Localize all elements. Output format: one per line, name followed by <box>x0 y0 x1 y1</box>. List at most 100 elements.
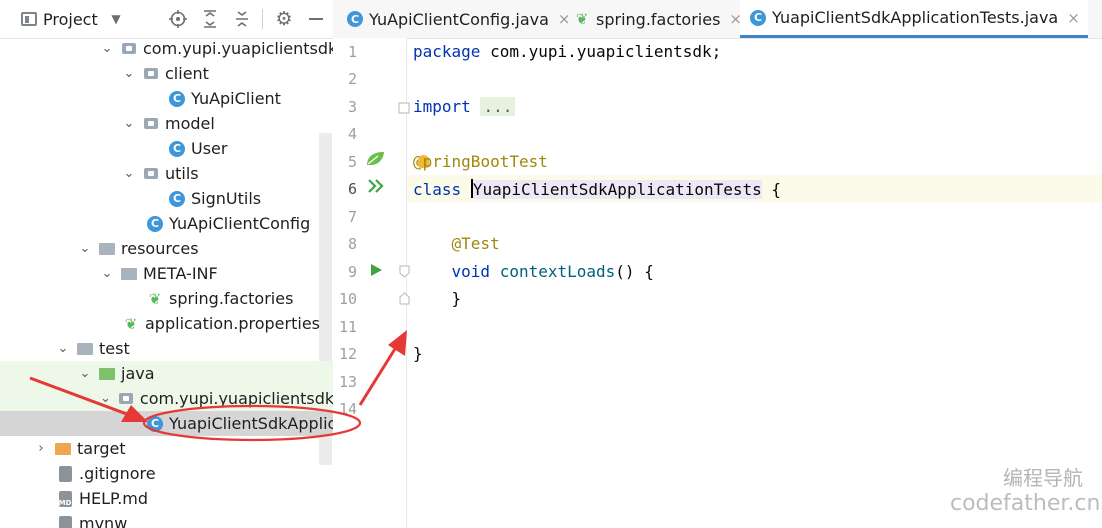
chevron-right-icon[interactable]: › <box>34 441 48 456</box>
tree-item-label: User <box>191 139 228 158</box>
tree-item-label: YuApiClientConfig <box>169 214 311 233</box>
class-icon: C <box>146 215 164 233</box>
code-line-6: @pringBootTest <box>413 152 548 171</box>
line-number: 8 <box>347 235 357 253</box>
markdown-icon: MD <box>56 490 74 508</box>
chevron-down-icon[interactable]: ⌄ <box>78 241 92 256</box>
project-view-icon[interactable] <box>18 7 40 31</box>
code-line-1: package com.yupi.yuapiclientsdk; <box>413 42 722 61</box>
target-folder-icon <box>54 440 72 458</box>
run-all-tests-icon[interactable] <box>368 179 384 197</box>
close-icon[interactable]: × <box>1067 9 1080 27</box>
code-line-10: void contextLoads() { <box>451 262 654 281</box>
chevron-down-icon[interactable]: ⌄ <box>122 66 136 81</box>
line-number: 6 <box>347 180 357 198</box>
tree-item-help-md[interactable]: MD HELP.md <box>0 486 333 511</box>
tree-item-label: HELP.md <box>79 489 149 508</box>
tree-item-label: test <box>99 339 130 358</box>
folded-imports[interactable]: ... <box>480 97 516 116</box>
tree-item-model[interactable]: ⌄ model <box>0 111 333 136</box>
package-icon <box>142 165 160 183</box>
tree-item-meta-inf[interactable]: ⌄ META-INF <box>0 261 333 286</box>
tree-item-label: com.yupi.yuapiclientsdk <box>139 389 334 408</box>
project-view-title[interactable]: Project <box>43 7 98 31</box>
tree-item-main-package[interactable]: ⌄ com.yupi.yuapiclientsdk <box>0 36 334 61</box>
tree-item-label: .gitignore <box>79 464 156 483</box>
project-tool-window: Project ▼ ⚙ ⌄ com.yupi.yuapiclientsdk ⌄ … <box>0 0 334 528</box>
line-number: 11 <box>338 318 357 336</box>
tree-item-label: YuapiClientSdkApplica <box>169 414 334 433</box>
package-icon <box>117 390 135 408</box>
line-number: 3 <box>347 98 357 116</box>
expand-all-icon[interactable] <box>199 7 221 31</box>
test-class-icon: C <box>146 415 164 433</box>
class-icon: C <box>168 90 186 108</box>
code-line-11: } <box>451 289 462 308</box>
tree-item-user[interactable]: C User <box>0 136 333 161</box>
chevron-down-icon[interactable]: ⌄ <box>100 41 114 56</box>
toolbar-divider <box>262 9 263 29</box>
collapse-all-icon[interactable] <box>231 7 253 31</box>
tree-item-label: target <box>77 439 126 458</box>
chevron-down-icon[interactable]: ▼ <box>108 7 124 31</box>
tree-item-resources[interactable]: ⌄ resources <box>0 236 333 261</box>
chevron-down-icon[interactable]: ⌄ <box>78 366 92 381</box>
tree-item-yuapiclient[interactable]: C YuApiClient <box>0 86 333 111</box>
code-editor[interactable]: package com.yupi.yuapiclientsdk; import … <box>407 38 1102 528</box>
code-line-13: } <box>413 344 423 363</box>
tree-item-label: application.properties <box>145 314 320 333</box>
chevron-down-icon[interactable]: ⌄ <box>100 266 114 281</box>
tree-item-test-package[interactable]: ⌄ com.yupi.yuapiclientsdk <box>0 386 333 411</box>
editor-tab-bar: C YuApiClientConfig.java × ❦ spring.fact… <box>333 0 1102 39</box>
package-icon <box>142 115 160 133</box>
tree-item-test-class[interactable]: C YuapiClientSdkApplica <box>0 411 333 436</box>
code-line-3: import ... <box>413 97 516 116</box>
resources-folder-icon <box>98 240 116 258</box>
tree-item-java[interactable]: ⌄ java <box>0 361 333 386</box>
tree-item-client[interactable]: ⌄ client <box>0 61 333 86</box>
spring-icon: ❦ <box>148 289 162 308</box>
chevron-down-icon[interactable]: ⌄ <box>56 341 70 356</box>
tree-item-label: com.yupi.yuapiclientsdk <box>143 39 334 58</box>
tree-item-application-properties[interactable]: ❦ application.properties <box>0 311 333 336</box>
tab-spring-factories[interactable]: ❦ spring.factories × <box>570 0 746 38</box>
tree-item-spring-factories[interactable]: ❦ spring.factories <box>0 286 333 311</box>
class-icon: C <box>168 140 186 158</box>
editor-gutter[interactable]: 1 2 3 4 5 6 7 8 9 10 11 12 13 14 <box>333 38 410 528</box>
package-icon <box>142 65 160 83</box>
locate-icon[interactable] <box>167 7 189 31</box>
tree-item-mvnw[interactable]: mvnw <box>0 511 333 528</box>
project-panel-header: Project ▼ ⚙ <box>0 0 333 39</box>
line-number: 10 <box>338 290 357 308</box>
chevron-down-icon[interactable]: ⌄ <box>122 166 136 181</box>
file-icon <box>56 515 74 528</box>
tab-test-class[interactable]: C YuapiClientSdkApplicationTests.java × <box>740 0 1088 38</box>
tree-item-label: mvnw <box>79 514 128 528</box>
tab-yuapiclientconfig[interactable]: C YuApiClientConfig.java × <box>343 0 574 38</box>
tree-item-target[interactable]: › target <box>0 436 333 461</box>
tab-label: YuApiClientConfig.java <box>369 9 549 29</box>
line-number: 14 <box>338 400 357 418</box>
test-class-icon: C <box>750 9 766 26</box>
folder-icon <box>76 340 94 358</box>
gear-icon[interactable]: ⚙ <box>273 7 295 31</box>
tree-item-yuapiclientconfig[interactable]: C YuApiClientConfig <box>0 211 333 236</box>
tree-item-utils[interactable]: ⌄ utils <box>0 161 333 186</box>
tree-item-gitignore[interactable]: .gitignore <box>0 461 333 486</box>
chevron-down-icon[interactable]: ⌄ <box>100 391 111 406</box>
line-number: 9 <box>347 263 357 281</box>
folder-icon <box>120 265 138 283</box>
chevron-down-icon[interactable]: ⌄ <box>122 116 136 131</box>
tree-item-label: java <box>121 364 155 383</box>
close-icon[interactable]: × <box>558 10 571 28</box>
tree-item-label: resources <box>121 239 199 258</box>
spring-bean-gutter-icon[interactable] <box>365 151 385 171</box>
class-icon: C <box>168 190 186 208</box>
tree-item-label: spring.factories <box>169 289 294 308</box>
tree-item-test[interactable]: ⌄ test <box>0 336 333 361</box>
tab-label: spring.factories <box>596 9 721 29</box>
tree-item-signutils[interactable]: C SignUtils <box>0 186 333 211</box>
tree-item-label: SignUtils <box>191 189 262 208</box>
minimize-icon[interactable] <box>305 7 327 31</box>
run-test-icon[interactable] <box>370 263 383 281</box>
